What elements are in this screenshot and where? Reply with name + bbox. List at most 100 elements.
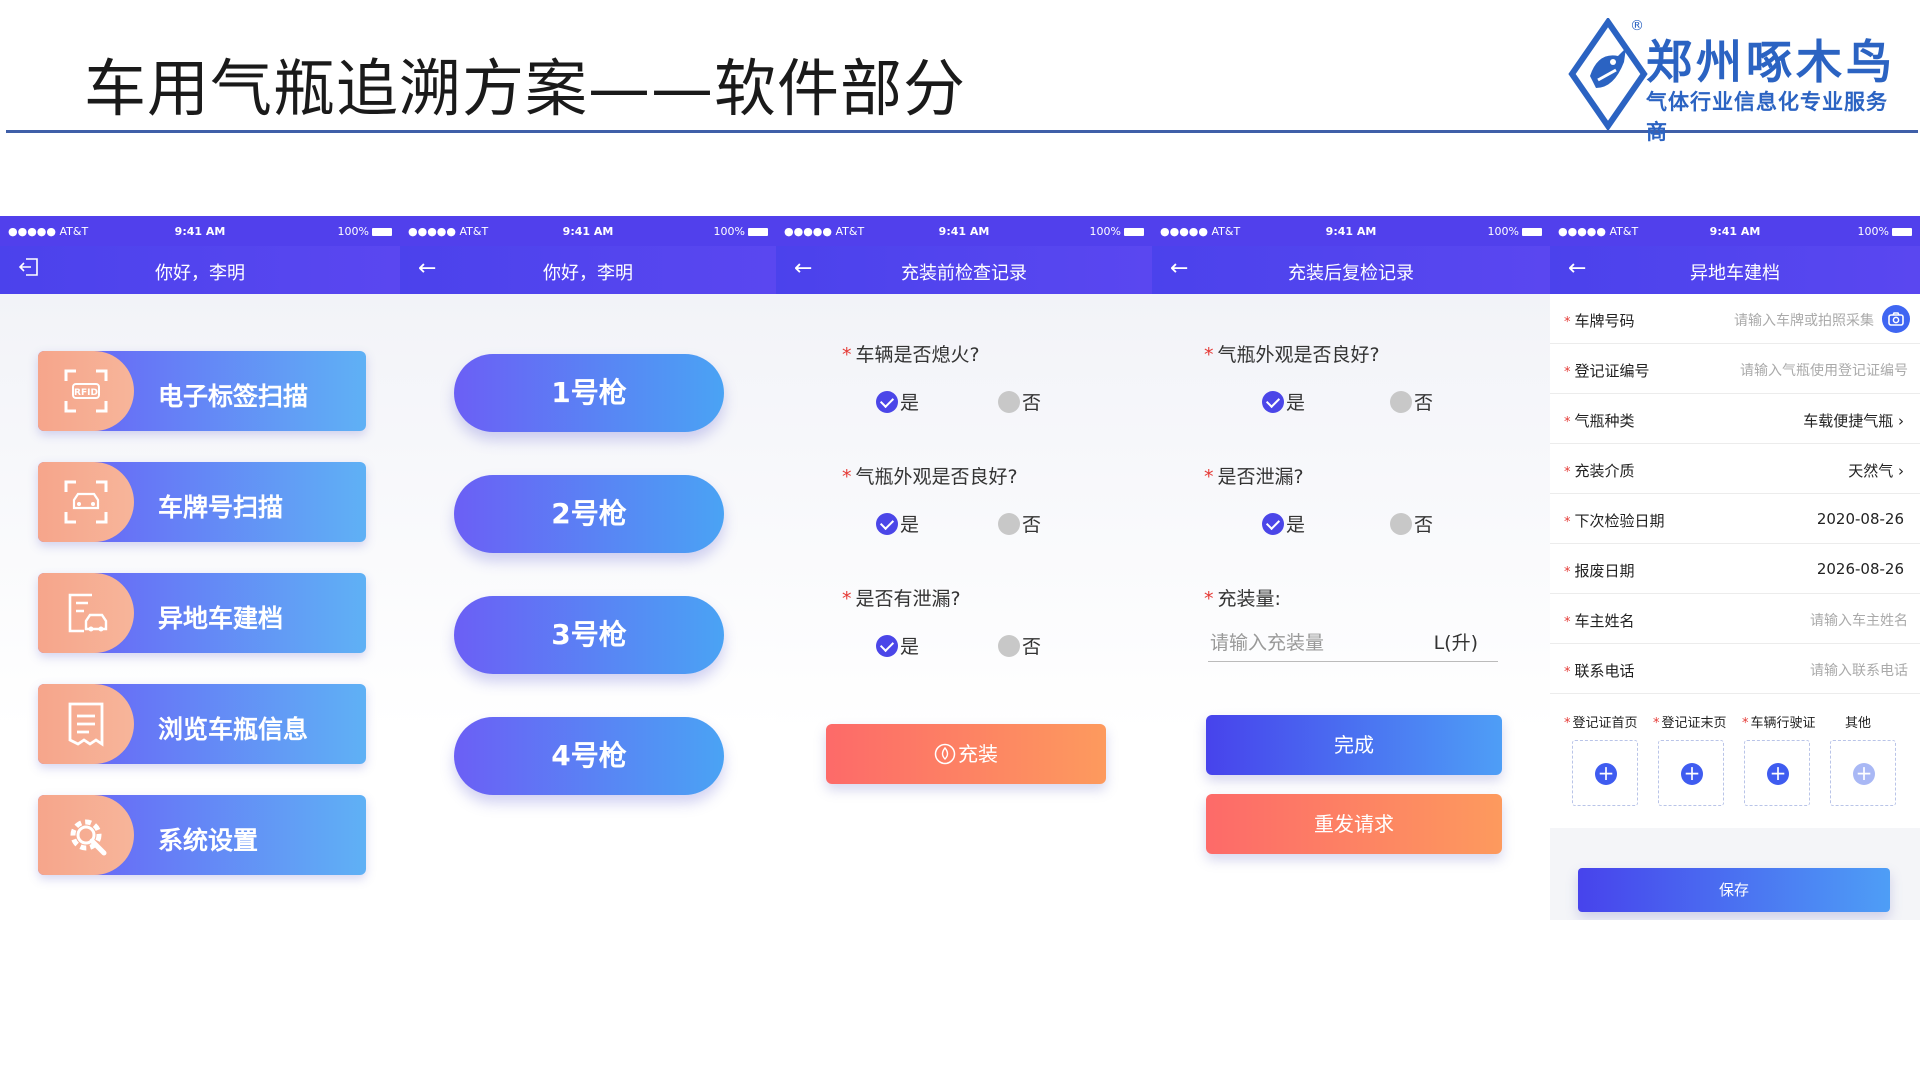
status-bar: ●●●●● AT&T 9:41 AM 100% [400, 216, 776, 246]
upload-vehicle-license[interactable]: + [1744, 740, 1810, 806]
register-body: * 车牌号码 请输入车牌或拍照采集 * 登记证编号 请输入气瓶使用登记证编号 * 气瓶… [1550, 294, 1920, 920]
menu-item-rfid-scan[interactable]: RFID 电子标签扫描 [38, 351, 366, 431]
menu-body: RFID 电子标签扫描 车牌号扫描 异地车建档 浏览车瓶信息 系统设置 [0, 294, 400, 916]
question-appearance: * 气瓶外观是否良好? [842, 466, 1018, 488]
radio-yes[interactable]: 是 [876, 632, 919, 659]
gun-1-button[interactable]: 1号枪 [454, 354, 724, 432]
plus-icon: + [1681, 763, 1703, 785]
battery-label: 100% [714, 225, 768, 238]
fill-button[interactable]: 充装 [826, 724, 1106, 784]
plate-scan-icon [64, 480, 108, 524]
radio-yes[interactable]: 是 [1262, 510, 1305, 537]
nav-title: 充装后复检记录 [1288, 263, 1414, 284]
phone-gun-select: ●●●●● AT&T 9:41 AM 100% ← 你好，李明 1号枪 2号枪 … [400, 216, 776, 916]
fill-drop-icon [934, 743, 956, 765]
nav-title: 异地车建档 [1690, 263, 1780, 284]
resend-request-button[interactable]: 重发请求 [1206, 794, 1502, 854]
fill-unit-label: L(升) [1433, 632, 1478, 654]
upload-section: * 登记证首页 * 登记证末页 * 车辆行驶证 其他 + + + + [1550, 694, 1920, 828]
menu-item-settings[interactable]: 系统设置 [38, 795, 366, 875]
scrap-date[interactable]: 2026-08-26 [1817, 560, 1904, 578]
radio-yes[interactable]: 是 [876, 388, 919, 415]
gun-4-button[interactable]: 4号枪 [454, 717, 724, 795]
radio-yes[interactable]: 是 [876, 510, 919, 537]
plus-icon: + [1853, 763, 1875, 785]
nav-bar: ← 充装前检查记录 [776, 246, 1152, 294]
save-button[interactable]: 保存 [1578, 868, 1890, 912]
owner-name-input[interactable]: 请输入车主姓名 [1810, 610, 1908, 630]
radio-no[interactable]: 否 [1390, 388, 1433, 415]
status-bar: ●●●●● AT&T 9:41 AM 100% [1152, 216, 1550, 246]
menu-item-label: 浏览车瓶信息 [158, 715, 309, 744]
status-bar: ●●●●● AT&T 9:41 AM 100% [776, 216, 1152, 246]
menu-item-label: 车牌号扫描 [158, 493, 284, 522]
registration-number-input[interactable]: 请输入气瓶使用登记证编号 [1740, 360, 1908, 380]
upload-other[interactable]: + [1830, 740, 1896, 806]
nav-bar: ← 充装后复检记录 [1152, 246, 1550, 294]
svg-text:RFID: RFID [74, 388, 98, 398]
phone-pre-check: ●●●●● AT&T 9:41 AM 100% ← 充装前检查记录 * 车辆是否熄… [776, 216, 1152, 920]
status-bar: ●●●●● AT&T 9:41 AM 100% [1550, 216, 1920, 246]
question-leak: * 是否有泄漏? [842, 588, 961, 610]
radio-no[interactable]: 否 [1390, 510, 1433, 537]
phone-home-menu: ●●●●● AT&T 9:41 AM 100% 你好，李明 RFID 电子标签扫… [0, 216, 400, 916]
fill-amount-label: * 充装量: [1204, 588, 1281, 610]
fill-medium-select[interactable]: 天然气 › [1848, 460, 1904, 481]
brand-logo: ® 郑州啄木鸟 气体行业信息化专业服务商 [1568, 16, 1898, 144]
radio-no[interactable]: 否 [998, 388, 1041, 415]
list-doc-icon [68, 702, 104, 747]
fill-amount-input[interactable]: 请输入充装量 L(升) [1208, 624, 1498, 662]
field-owner-name[interactable]: * 车主姓名 请输入车主姓名 [1550, 594, 1920, 644]
nav-title: 你好，李明 [155, 263, 245, 284]
phone-input[interactable]: 请输入联系电话 [1810, 660, 1908, 680]
question-leak: * 是否泄漏? [1204, 466, 1304, 488]
phone-remote-register: ●●●●● AT&T 9:41 AM 100% ← 异地车建档 * 车牌号码 请输… [1550, 216, 1920, 920]
field-cylinder-type[interactable]: * 气瓶种类 车载便捷气瓶 › [1550, 394, 1920, 444]
status-bar: ●●●●● AT&T 9:41 AM 100% [0, 216, 400, 246]
upload-label: * 登记证末页 [1653, 716, 1727, 731]
cylinder-type-select[interactable]: 车载便捷气瓶 › [1803, 410, 1904, 431]
radio-no[interactable]: 否 [998, 632, 1041, 659]
plate-number-input[interactable]: 请输入车牌或拍照采集 [1734, 310, 1874, 330]
menu-item-label: 系统设置 [158, 826, 259, 855]
question-appearance: * 气瓶外观是否良好? [1204, 344, 1380, 366]
radio-yes[interactable]: 是 [1262, 388, 1305, 415]
upload-label: * 车辆行驶证 [1742, 716, 1816, 731]
woodpecker-logo-icon [1568, 18, 1648, 130]
nav-bar: 你好，李明 [0, 246, 400, 294]
gun-2-button[interactable]: 2号枪 [454, 475, 724, 553]
field-plate-number[interactable]: * 车牌号码 请输入车牌或拍照采集 [1550, 294, 1920, 344]
car-file-icon [68, 593, 108, 633]
upload-registration-back[interactable]: + [1658, 740, 1724, 806]
slide-title: 车用气瓶追溯方案——软件部分 [84, 52, 967, 125]
brand-name: 郑州啄木鸟 [1646, 35, 1896, 89]
nav-bar: ← 你好，李明 [400, 246, 776, 294]
menu-item-plate-scan[interactable]: 车牌号扫描 [38, 462, 366, 542]
rfid-scan-icon: RFID [64, 369, 108, 413]
menu-item-car-file[interactable]: 异地车建档 [38, 573, 366, 653]
field-scrap-date[interactable]: * 报废日期 2026-08-26 [1550, 544, 1920, 594]
registered-mark: ® [1630, 18, 1644, 34]
radio-no[interactable]: 否 [998, 510, 1041, 537]
post-check-body: * 气瓶外观是否良好? 是 否 * 是否泄漏? 是 否 * 充装量: 请输入充装量 L… [1152, 294, 1550, 920]
pre-check-body: * 车辆是否熄火? 是 否 * 气瓶外观是否良好? 是 否 * 是否有泄漏? 是 否 … [776, 294, 1152, 920]
menu-item-browse-info[interactable]: 浏览车瓶信息 [38, 684, 366, 764]
nav-title: 充装前检查记录 [901, 263, 1027, 284]
field-next-inspection[interactable]: * 下次检验日期 2020-08-26 [1550, 494, 1920, 544]
question-engine-off: * 车辆是否熄火? [842, 344, 980, 366]
gun-3-button[interactable]: 3号枪 [454, 596, 724, 674]
done-button[interactable]: 完成 [1206, 715, 1502, 775]
plus-icon: + [1767, 763, 1789, 785]
camera-icon[interactable] [1882, 305, 1910, 333]
next-inspection-date[interactable]: 2020-08-26 [1817, 510, 1904, 528]
title-divider [6, 130, 1918, 133]
upload-label: 其他 [1845, 716, 1872, 731]
menu-item-label: 异地车建档 [158, 604, 284, 633]
gear-icon [70, 819, 107, 856]
field-phone[interactable]: * 联系电话 请输入联系电话 [1550, 644, 1920, 694]
field-fill-medium[interactable]: * 充装介质 天然气 › [1550, 444, 1920, 494]
nav-bar: ← 异地车建档 [1550, 246, 1920, 294]
upload-registration-front[interactable]: + [1572, 740, 1638, 806]
upload-label: * 登记证首页 [1564, 716, 1638, 731]
field-registration-number[interactable]: * 登记证编号 请输入气瓶使用登记证编号 [1550, 344, 1920, 394]
